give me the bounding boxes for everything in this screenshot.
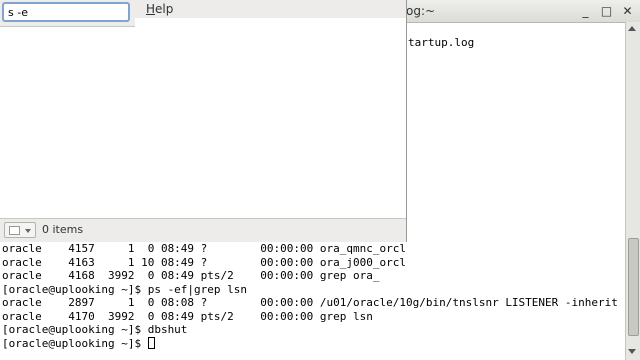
terminal-line: [oracle@uplooking ~]$ ps -ef|grep lsn — [2, 282, 248, 296]
terminal-line: oracle 4163 1 10 08:49 ? 00:00:00 ora_j0… — [2, 255, 406, 269]
results-list[interactable] — [0, 27, 406, 217]
terminal-line: oracle 2897 1 0 08:08 ? 00:00:00 /u01/or… — [2, 296, 618, 309]
window-controls: _ □ ✕ — [577, 3, 636, 19]
minimize-icon[interactable]: _ — [577, 3, 594, 19]
menubar: Help — [135, 0, 406, 18]
terminal-line: oracle 4168 3992 0 08:49 pts/2 00:00:00 … — [2, 269, 380, 282]
menu-help-label: elp — [155, 2, 174, 16]
statusbar: 0 items — [0, 218, 406, 242]
scroll-down-arrow-icon[interactable] — [628, 349, 636, 354]
terminal-line: [oracle@uplooking ~]$ dbshut — [2, 323, 188, 336]
search-input[interactable] — [2, 2, 130, 22]
terminal-prompt: [oracle@uplooking ~]$ — [2, 336, 148, 350]
terminal-title: og:~ — [406, 4, 436, 18]
page-icon — [9, 226, 20, 235]
chevron-down-icon — [25, 229, 31, 233]
terminal-scrollbar[interactable] — [625, 22, 640, 360]
menu-help[interactable]: Help — [146, 2, 173, 16]
view-options-button[interactable] — [4, 222, 36, 238]
scrollbar-thumb[interactable] — [628, 238, 639, 336]
scroll-up-arrow-icon[interactable] — [628, 26, 636, 31]
terminal-line: oracle 4170 3992 0 08:49 pts/2 00:00:00 … — [2, 309, 373, 323]
terminal-output[interactable]: oracle 4157 1 0 08:49 ? 00:00:00 ora_qmn… — [2, 242, 618, 350]
search-dialog: Help 0 items — [0, 0, 407, 242]
terminal-cursor — [147, 336, 155, 349]
menu-help-mnemonic: H — [146, 2, 156, 16]
close-icon[interactable]: ✕ — [619, 3, 636, 19]
maximize-icon[interactable]: □ — [598, 3, 615, 19]
search-input-container — [0, 0, 135, 27]
item-count: 0 items — [42, 223, 84, 236]
terminal-line: oracle 4157 1 0 08:49 ? 00:00:00 ora_qmn… — [2, 242, 406, 255]
